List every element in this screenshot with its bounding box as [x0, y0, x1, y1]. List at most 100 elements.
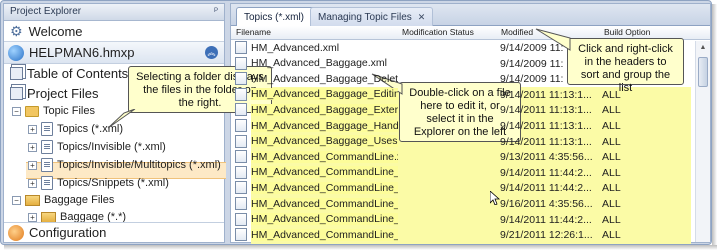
document-icon	[10, 67, 23, 80]
expand-node-icon[interactable]: +	[28, 142, 37, 152]
file-row[interactable]: HM_Advanced_CommandLine.xml 9/13/2011 4:3…	[231, 149, 691, 165]
folder-icon	[25, 194, 40, 206]
document-icon	[41, 158, 53, 172]
column-header-build-option[interactable]: Build Option	[604, 27, 650, 37]
build-option-cell: ALL	[602, 198, 621, 210]
document-icon	[235, 72, 247, 86]
build-option-cell: ALL	[602, 213, 621, 226]
pin-icon[interactable]: ᴾ	[214, 6, 218, 16]
collapse-node-icon[interactable]: −	[12, 195, 21, 205]
filename-cell: HM_Advanced_Baggage_Extern...	[235, 103, 398, 117]
gear-icon: ⚙	[10, 22, 23, 39]
tab-strip: Topics (*.xml) ✕ Managing Topic Files ✕	[231, 4, 710, 26]
filename-cell: HM_Advanced_CommandLine_I...	[235, 212, 398, 226]
tab-managing-topic-files[interactable]: Managing Topic Files ✕	[310, 7, 434, 26]
expand-node-icon[interactable]: +	[28, 212, 37, 222]
project-header[interactable]: HELPMAN6.hmxp ︽	[4, 42, 224, 64]
collapse-node-icon[interactable]: −	[12, 106, 21, 116]
folder-icon	[41, 211, 56, 223]
build-option-cell: ALL	[602, 88, 621, 101]
column-header-modified[interactable]: Modified	[501, 27, 533, 37]
toc-label: Table of Contents	[27, 66, 129, 81]
filename-cell: HM_Advanced_Baggage_Uses....	[235, 134, 398, 148]
column-header-modification-status[interactable]: Modification Status	[402, 27, 474, 37]
topic-files-label: Topic Files	[43, 105, 95, 117]
modified-cell: 9/13/2011 4:35:56...	[500, 151, 593, 164]
document-icon	[235, 87, 247, 101]
filename-text: HM_Advanced_CommandLine.xml	[251, 150, 398, 163]
build-option-cell: ALL	[602, 229, 621, 242]
file-row[interactable]: HM_Advanced_CommandLine_... 9/14/2011 11:…	[231, 180, 691, 196]
document-icon	[41, 122, 53, 136]
tree-item-baggage-files[interactable]: − Baggage Files	[12, 194, 114, 206]
filename-text: HM_Advanced_Baggage_Handli...	[251, 119, 398, 132]
window-shadow	[4, 245, 717, 250]
collapse-icon[interactable]: ︽	[205, 46, 218, 59]
file-row[interactable]: HM_Advanced_CommandLine_I... 9/21/2011 12…	[231, 227, 691, 243]
filename-cell: HM_Advanced.xml	[235, 41, 398, 54]
build-option-cell: ALL	[602, 166, 621, 179]
project-files-label: Project Files	[27, 86, 99, 101]
tree-item-toc[interactable]: Table of Contents	[10, 66, 128, 81]
expand-node-icon[interactable]: +	[28, 124, 37, 134]
vertical-scrollbar[interactable]: ▲	[695, 41, 710, 242]
filename-text: HM_Advanced_CommandLine_I...	[251, 228, 398, 241]
scroll-up-icon[interactable]: ▲	[696, 41, 710, 55]
close-icon[interactable]: ✕	[418, 12, 426, 23]
expand-node-icon[interactable]: +	[28, 160, 37, 170]
tree-item-topics-snippets[interactable]: + Topics/Snippets (*.xml)	[28, 176, 169, 190]
modified-cell: 9/16/2011 4:35:56...	[500, 198, 593, 210]
tree-item-topics-invisible[interactable]: + Topics/Invisible (*.xml)	[28, 140, 166, 154]
document-icon	[41, 140, 53, 154]
window-shadow	[712, 4, 717, 250]
document-icon	[235, 150, 247, 164]
modified-cell: 9/14/2009 11:	[500, 57, 564, 70]
tree-item-topic-files[interactable]: − Topic Files	[12, 105, 95, 117]
modified-cell: 9/14/2011 11:44:2...	[500, 182, 592, 195]
modified-cell: 9/21/2011 12:26:1...	[500, 229, 593, 242]
modified-cell: 9/14/2011 11:44:2...	[500, 213, 592, 226]
project-name: HELPMAN6.hmxp	[29, 45, 135, 60]
filename-cell: HM_Advanced_CommandLine.xml	[235, 150, 398, 164]
callout-file-text: Double-click on a file here to edit it, …	[409, 87, 511, 138]
filename-text: HM_Advanced_CommandLine_...	[251, 166, 398, 179]
document-icon	[235, 134, 247, 148]
document-icon	[10, 87, 23, 100]
folder-icon	[25, 105, 39, 117]
column-header-filename[interactable]: Filename	[236, 27, 271, 37]
tree-item-topics-multitopics[interactable]: + Topics/Invisible/Multitopics (*.xml)	[28, 158, 221, 172]
document-icon	[235, 212, 247, 226]
callout-folder-pointer	[107, 109, 136, 129]
configuration-item[interactable]: Configuration	[4, 222, 224, 242]
baggage-files-label: Baggage Files	[44, 194, 115, 206]
filename-text: HM_Advanced_Baggage_Delete...	[251, 72, 398, 85]
tab-label: Managing Topic Files	[318, 11, 412, 23]
modified-cell: 9/14/2009 11:	[500, 42, 564, 54]
filename-cell: HM_Advanced_CommandLine_...	[235, 165, 398, 179]
modified-cell: 9/14/2011 11:13:1...	[500, 88, 592, 101]
scroll-thumb[interactable]	[698, 57, 708, 87]
filename-cell: HM_Advanced_CommandLine_...	[235, 181, 398, 195]
modified-cell: 9/14/2009 11:	[500, 73, 564, 86]
expand-node-icon[interactable]: +	[28, 178, 37, 188]
document-icon	[235, 181, 247, 195]
file-row[interactable]: HM_Advanced_CommandLine_... 9/16/2011 4:3…	[231, 196, 691, 212]
document-icon	[235, 197, 247, 210]
welcome-item[interactable]: ⚙ Welcome	[4, 21, 224, 42]
tree-item-project-files[interactable]: Project Files	[10, 86, 99, 101]
filename-text: HM_Advanced_Baggage_Editin...	[251, 88, 398, 101]
filename-text: HM_Advanced_CommandLine_...	[251, 181, 398, 194]
build-option-cell: ALL	[602, 135, 621, 148]
folder-label: Topics/Invisible/Multitopics (*.xml)	[57, 159, 221, 171]
filename-text: HM_Advanced_Baggage_Extern...	[251, 103, 398, 116]
configuration-label: Configuration	[29, 225, 107, 240]
folder-label: Topics/Invisible (*.xml)	[57, 141, 166, 153]
build-option-cell: ALL	[602, 104, 621, 117]
project-explorer-header: Project Explorer ᴾ	[4, 4, 224, 21]
modified-cell: 9/14/2011 11:13:1...	[500, 104, 592, 117]
folder-label: Topics/Snippets (*.xml)	[57, 177, 169, 189]
file-row[interactable]: HM_Advanced_CommandLine_... 9/14/2011 11:…	[231, 164, 691, 181]
file-row[interactable]: HM_Advanced_CommandLine_I... 9/14/2011 11…	[231, 211, 691, 228]
callout-headers: Click and right-click in the headers to …	[567, 38, 684, 94]
document-icon	[235, 103, 247, 117]
